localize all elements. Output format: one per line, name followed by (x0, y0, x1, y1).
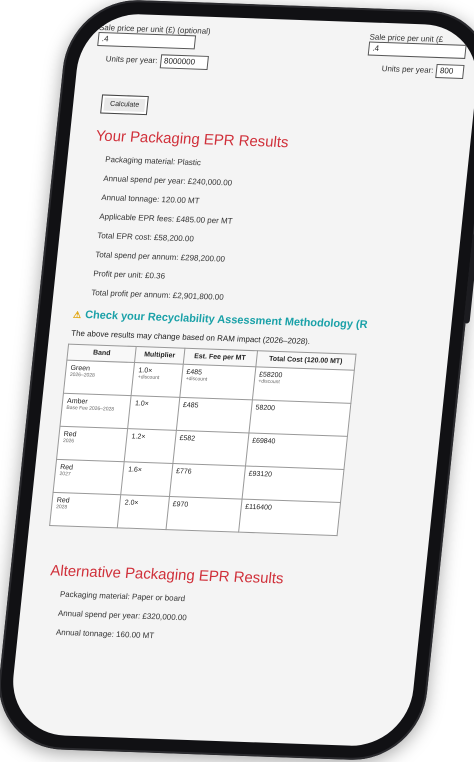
results-title: Your Packaging EPR Results (94, 127, 290, 152)
alternative-title: Alternative Packaging EPR Results (49, 562, 285, 588)
units-input[interactable]: 8000000 (159, 54, 209, 70)
result-total-profit: Total profit per annum: £2,901,800.00 (90, 288, 225, 302)
cell-band: Green 2026–2028 (63, 360, 135, 396)
band-sub: 2026–2028 (69, 371, 96, 379)
sale-price-input-right[interactable]: .4 (367, 41, 467, 59)
total-value: £93120 (248, 470, 273, 479)
cell-band: Red 2027 (53, 459, 125, 495)
fee-value: £582 (179, 435, 196, 443)
header-multiplier: Multiplier (134, 346, 185, 365)
total-value: £116400 (244, 503, 273, 512)
alt-annual-spend: Annual spend per year: £320,000.00 (57, 608, 188, 623)
cell-multiplier: 1.0× +discount (131, 362, 183, 398)
cell-multiplier: 2.0× (117, 494, 169, 530)
sale-price-group-right: Sale price per unit (£ .4 (367, 32, 468, 59)
results-list: Packaging material: Plastic Annual spend… (71, 154, 454, 309)
multiplier-value: 1.2× (131, 433, 146, 441)
phone-screen: Sale price per unit (£) (optional) .4 Sa… (7, 12, 474, 748)
cell-fee: £776 (168, 463, 246, 500)
cell-multiplier: 1.2× (124, 428, 176, 464)
fee-value: £776 (175, 468, 192, 476)
ram-table: Band Multiplier Est. Fee per MT Total Co… (49, 344, 356, 536)
result-annual-spend: Annual spend per year: £240,000.00 (102, 173, 233, 188)
fee-sub: +discount (185, 375, 208, 383)
cell-total: £58200 +discount (251, 366, 355, 404)
sale-price-group: Sale price per unit (£) (optional) .4 (97, 23, 211, 50)
cell-fee: £485 (175, 397, 252, 433)
cell-band: Red 2026 (56, 426, 128, 462)
cell-multiplier: 1.0× (127, 395, 180, 431)
cell-fee: £485 +discount (179, 364, 256, 400)
warning-icon: ⚠ (72, 309, 82, 320)
check-ram-title: Check your Recyclability Assessment Meth… (84, 309, 369, 331)
fee-value: £970 (172, 501, 189, 509)
multiplier-value: 1.6× (127, 466, 143, 474)
cell-fee: £970 (165, 496, 242, 533)
cell-multiplier: 1.6× (121, 461, 173, 497)
calculate-button[interactable]: Calculate (100, 94, 150, 116)
cell-total: 58200 (248, 399, 351, 437)
total-value: 58200 (255, 404, 276, 413)
units-group-right: Units per year: 800 (381, 62, 465, 79)
multiplier-value: 1.0× (134, 400, 150, 408)
total-value: £69840 (251, 437, 276, 446)
cell-band: Red 2028 (49, 492, 122, 528)
alternative-section: Alternative Packaging EPR Results Packag… (36, 562, 412, 649)
band-sub: 2027 (59, 471, 71, 478)
band-sub: 2028 (55, 504, 68, 511)
sale-price-input[interactable]: .4 (97, 31, 197, 50)
result-profit-per-unit: Profit per unit: £0.36 (92, 269, 166, 281)
units-group: Units per year: 8000000 (105, 52, 209, 70)
result-material: Packaging material: Plastic (104, 154, 202, 168)
band-sub: 2026 (62, 437, 75, 445)
alt-material: Packaging material: Paper or board (59, 589, 186, 604)
total-sub: +discount (258, 378, 281, 386)
alt-annual-tonnage: Annual tonnage: 160.00 MT (55, 627, 155, 641)
cell-total: £116400 (238, 499, 341, 536)
band-sub: Base Fee 2026–2028 (66, 404, 115, 413)
multiplier-sub: +discount (137, 374, 160, 381)
units-input-right[interactable]: 800 (435, 63, 465, 79)
result-epr-fees: Applicable EPR fees: £485.00 per MT (98, 212, 233, 226)
multiplier-value: 2.0× (124, 499, 139, 507)
cell-fee: £582 (172, 430, 249, 466)
page-content: Sale price per unit (£) (optional) .4 Sa… (35, 23, 468, 659)
units-label: Units per year: (105, 54, 159, 66)
result-total-spend: Total spend per annum: £298,200.00 (94, 250, 226, 264)
cell-band: Amber Base Fee 2026–2028 (60, 393, 132, 429)
power-button (463, 233, 474, 324)
cell-total: £93120 (241, 465, 344, 503)
cell-total: £69840 (245, 432, 348, 470)
phone-frame: Sale price per unit (£) (optional) .4 Sa… (0, 0, 474, 762)
result-total-epr-cost: Total EPR cost: £58,200.00 (96, 231, 195, 244)
units-label-right: Units per year: (381, 64, 434, 75)
result-annual-tonnage: Annual tonnage: 120.00 MT (100, 192, 201, 206)
fee-value: £485 (182, 401, 199, 410)
